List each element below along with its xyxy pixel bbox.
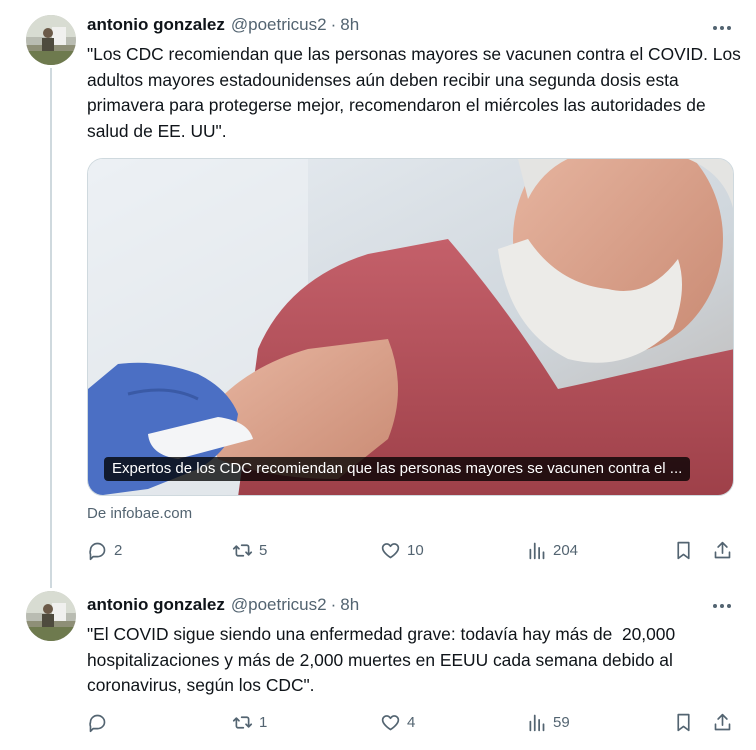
author-name[interactable]: antonio gonzalez: [87, 15, 225, 35]
link-card[interactable]: Expertos de los CDC recomiendan que las …: [87, 158, 734, 496]
separator-dot: ·: [330, 595, 337, 614]
reply-count: 2: [114, 542, 123, 559]
bookmark-button[interactable]: [673, 712, 694, 733]
bookmark-icon: [677, 541, 690, 560]
views-button[interactable]: 204: [526, 540, 578, 561]
bookmark-icon: [677, 713, 690, 732]
views-chart-icon: [529, 542, 545, 560]
share-button[interactable]: [712, 712, 733, 733]
share-icon: [714, 713, 731, 731]
share-button[interactable]: [712, 540, 733, 561]
repost-count: 5: [259, 542, 268, 559]
tweet-text: "El COVID sigue siendo una enfermedad gr…: [87, 624, 680, 695]
timestamp[interactable]: 8h: [340, 595, 359, 615]
repost-icon: [232, 544, 253, 557]
like-count: 10: [407, 542, 424, 559]
avatar[interactable]: [26, 591, 76, 641]
card-image: [88, 159, 733, 495]
views-chart-icon: [529, 714, 545, 732]
reply-button[interactable]: [87, 712, 114, 733]
views-count: 204: [553, 542, 579, 559]
tweet-2[interactable]: antonio gonzalez @poetricus2 · 8h "El CO…: [0, 580, 756, 750]
tweet-header: antonio gonzalez @poetricus2 · 8h: [87, 15, 359, 35]
card-source[interactable]: De infobae.com: [87, 505, 192, 522]
repost-button[interactable]: 5: [232, 540, 267, 561]
more-dot-icon: [727, 604, 731, 608]
like-count: 4: [407, 714, 416, 731]
more-dot-icon: [727, 26, 731, 30]
more-dot-icon: [713, 26, 717, 30]
repost-button[interactable]: 1: [232, 712, 267, 733]
reply-button[interactable]: 2: [87, 540, 122, 561]
more-options-button[interactable]: [710, 18, 734, 38]
like-button[interactable]: 4: [380, 712, 415, 733]
reply-icon: [89, 542, 106, 561]
views-count: 59: [553, 714, 570, 731]
avatar[interactable]: [26, 15, 76, 65]
views-button[interactable]: 59: [526, 712, 570, 733]
timestamp[interactable]: 8h: [340, 15, 359, 35]
repost-icon: [232, 716, 253, 729]
bookmark-button[interactable]: [673, 540, 694, 561]
like-button[interactable]: 10: [380, 540, 424, 561]
more-dot-icon: [713, 604, 717, 608]
heart-icon: [381, 715, 400, 731]
more-dot-icon: [720, 26, 724, 30]
author-name[interactable]: antonio gonzalez: [87, 595, 225, 615]
separator-dot: ·: [330, 15, 337, 34]
heart-icon: [381, 543, 400, 559]
card-caption: Expertos de los CDC recomiendan que las …: [104, 457, 691, 481]
tweet-actions: 2 5 10 204: [0, 540, 756, 564]
tweet-header: antonio gonzalez @poetricus2 · 8h: [87, 595, 359, 615]
share-icon: [714, 541, 731, 559]
author-handle[interactable]: @poetricus2: [231, 15, 327, 35]
more-dot-icon: [720, 604, 724, 608]
repost-count: 1: [259, 714, 268, 731]
tweet-actions: 1 4 59: [0, 712, 756, 736]
author-handle[interactable]: @poetricus2: [231, 595, 327, 615]
tweet-text: "Los CDC recomiendan que las personas ma…: [87, 44, 746, 141]
reply-icon: [89, 714, 106, 733]
tweet-1[interactable]: antonio gonzalez @poetricus2 · 8h "Los C…: [0, 0, 756, 580]
more-options-button[interactable]: [710, 596, 734, 616]
